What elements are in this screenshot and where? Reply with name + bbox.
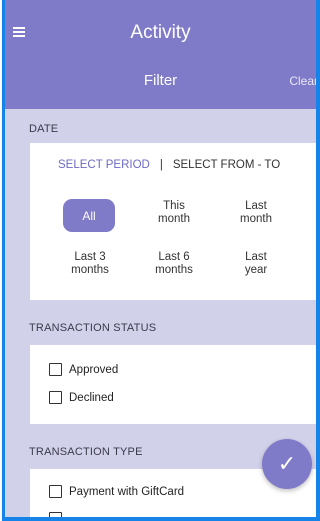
checkbox-label: Declined bbox=[69, 391, 114, 404]
check-icon: ✓ bbox=[277, 451, 297, 476]
status-section-label: TRANSACTION STATUS bbox=[29, 322, 157, 334]
checkbox-label: Approved bbox=[69, 363, 119, 376]
checkbox-approved[interactable]: Approved bbox=[49, 363, 118, 376]
checkbox-partial[interactable] bbox=[49, 512, 69, 517]
checkbox-icon[interactable] bbox=[49, 512, 62, 517]
option-this-month[interactable]: This month bbox=[139, 200, 209, 226]
date-section-label: DATE bbox=[29, 123, 59, 135]
app-header: Activity Filter Clear bbox=[5, 0, 316, 109]
checkbox-label: Payment with GiftCard bbox=[69, 485, 185, 498]
checkbox-icon[interactable] bbox=[49, 363, 62, 376]
status-card bbox=[30, 345, 316, 424]
apply-filter-button[interactable]: ✓ bbox=[262, 439, 312, 489]
filter-title: Filter bbox=[143, 72, 178, 89]
app-frame: Activity Filter Clear DATE SELECT PERIOD… bbox=[2, 0, 320, 521]
option-last-year[interactable]: Last year bbox=[221, 251, 291, 277]
period-tabs: SELECT PERIOD | SELECT FROM - TO bbox=[58, 159, 316, 171]
type-section-label: TRANSACTION TYPE bbox=[29, 446, 143, 458]
page-title: Activity bbox=[130, 22, 191, 43]
option-last-3-months[interactable]: Last 3 months bbox=[55, 251, 125, 277]
clear-button[interactable]: Clear bbox=[289, 74, 316, 88]
option-last-month[interactable]: Last month bbox=[221, 200, 291, 226]
checkbox-declined[interactable]: Declined bbox=[49, 391, 114, 404]
option-all[interactable]: All bbox=[63, 199, 115, 232]
checkbox-icon[interactable] bbox=[49, 391, 62, 404]
tab-separator: | bbox=[159, 159, 163, 171]
option-last-6-months[interactable]: Last 6 months bbox=[139, 251, 209, 277]
tab-select-from-to[interactable]: SELECT FROM - TO bbox=[173, 159, 280, 171]
checkbox-icon[interactable] bbox=[49, 485, 62, 498]
tab-select-period[interactable]: SELECT PERIOD bbox=[58, 159, 150, 171]
checkbox-payment-giftcard[interactable]: Payment with GiftCard bbox=[49, 485, 184, 498]
